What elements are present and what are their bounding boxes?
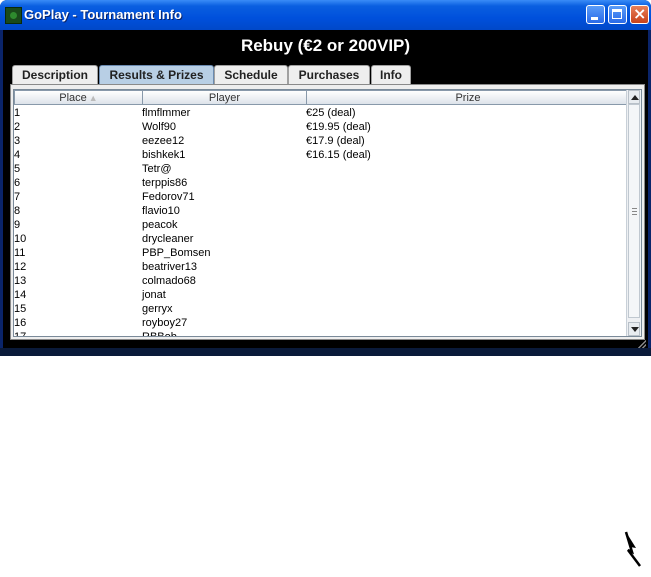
column-header-prize[interactable]: Prize [306, 90, 630, 105]
tournament-info-window: GoPlay - Tournament Info × Rebuy (€2 or … [0, 0, 651, 352]
player-cell: colmado68 [142, 275, 196, 287]
player-cell: RBBob [142, 331, 177, 337]
place-cell: 13 [14, 275, 27, 287]
table-row[interactable]: 10 drycleaner [14, 232, 629, 246]
results-table: Place ▲ Player Prize 1 flmflmmer €25 (deal)… [13, 89, 642, 337]
column-header-place[interactable]: Place ▲ [14, 90, 143, 105]
place-cell: 9 [14, 219, 21, 231]
place-cell: 10 [14, 233, 27, 245]
window-title: GoPlay - Tournament Info [24, 7, 182, 22]
scroll-down-arrow-icon[interactable] [628, 322, 640, 336]
table-header: Place ▲ Player Prize [14, 90, 630, 106]
prize-cell: €19.95 (deal) [306, 121, 371, 133]
minimize-icon [591, 17, 598, 20]
place-cell: 16 [14, 317, 27, 329]
table-row[interactable]: 11 PBP_Bomsen [14, 246, 629, 260]
player-cell: Wolf90 [142, 121, 177, 133]
place-cell: 11 [14, 247, 26, 259]
mouse-cursor-icon [624, 531, 641, 567]
table-row[interactable]: 3 eezee12 €17.9 (deal) [14, 134, 629, 148]
place-cell: 14 [14, 289, 27, 301]
player-cell: flmflmmer [142, 107, 191, 119]
player-cell: gerryx [142, 303, 173, 315]
table-row[interactable]: 14 jonat [14, 288, 629, 302]
table-row[interactable]: 5 Tetr@ [14, 162, 629, 176]
tab-results-prizes[interactable]: Results & Prizes [99, 65, 214, 84]
place-cell: 6 [14, 177, 21, 189]
tournament-heading: Rebuy (€2 or 200VIP) [240, 36, 411, 55]
place-cell: 8 [14, 205, 21, 217]
column-header-player[interactable]: Player [142, 90, 307, 105]
window-body: Rebuy (€2 or 200VIP) Description Results… [3, 30, 648, 352]
table-row[interactable]: 7 Fedorov71 [14, 190, 629, 204]
tab-purchases[interactable]: Purchases [288, 65, 370, 84]
scroll-up-arrow-icon[interactable] [628, 90, 640, 104]
close-icon: × [633, 4, 647, 23]
table-row[interactable]: 6 terppis86 [14, 176, 629, 190]
maximize-icon [612, 9, 622, 19]
place-cell: 12 [14, 261, 27, 273]
player-cell: bishkek1 [142, 149, 186, 161]
table-body: 1 flmflmmer €25 (deal) 2 Wolf90 €19.95 (deal)… [14, 106, 629, 337]
tab-info[interactable]: Info [371, 65, 411, 84]
place-cell: 2 [14, 121, 21, 133]
tab-description[interactable]: Description [12, 65, 98, 84]
tab-schedule[interactable]: Schedule [214, 65, 288, 84]
close-button[interactable]: × [630, 4, 649, 24]
table-row[interactable]: 12 beatriver13 [14, 260, 629, 274]
table-row[interactable]: 13 colmado68 [14, 274, 629, 288]
place-cell: 4 [14, 149, 21, 161]
sort-ascending-icon: ▲ [88, 93, 98, 103]
column-header-label: Place [59, 92, 87, 104]
player-cell: terppis86 [142, 177, 188, 189]
table-row[interactable]: 17 RBBob [14, 330, 629, 337]
player-cell: royboy27 [142, 317, 188, 329]
place-cell: 1 [14, 107, 21, 119]
table-row[interactable]: 2 Wolf90 €19.95 (deal) [14, 120, 629, 134]
place-cell: 3 [14, 135, 21, 147]
scrollbar-thumb[interactable] [628, 104, 640, 318]
vertical-scrollbar[interactable] [626, 90, 641, 336]
title-bar[interactable]: GoPlay - Tournament Info × [0, 0, 651, 30]
player-cell: Tetr@ [142, 163, 172, 175]
table-row[interactable]: 15 gerryx [14, 302, 629, 316]
grip-icon [632, 208, 637, 215]
player-cell: drycleaner [142, 233, 194, 245]
player-cell: Fedorov71 [142, 191, 195, 203]
minimize-button[interactable] [586, 5, 605, 24]
results-panel: Place ▲ Player Prize 1 flmflmmer €25 (deal)… [10, 84, 645, 340]
prize-cell: €17.9 (deal) [306, 135, 365, 147]
player-cell: PBP_Bomsen [142, 247, 211, 259]
goplay-app-icon [5, 7, 22, 24]
prize-cell: €16.15 (deal) [306, 149, 371, 161]
player-cell: peacok [142, 219, 178, 231]
place-cell: 17 [14, 331, 27, 337]
prize-cell: €25 (deal) [306, 107, 356, 119]
table-row[interactable]: 16 royboy27 [14, 316, 629, 330]
background-window-strip [0, 348, 651, 356]
table-row[interactable]: 8 flavio10 [14, 204, 629, 218]
player-cell: flavio10 [142, 205, 180, 217]
place-cell: 5 [14, 163, 21, 175]
table-row[interactable]: 1 flmflmmer €25 (deal) [14, 106, 629, 120]
player-cell: jonat [142, 289, 166, 301]
table-row[interactable]: 4 bishkek1 €16.15 (deal) [14, 148, 629, 162]
player-cell: eezee12 [142, 135, 185, 147]
place-cell: 15 [14, 303, 27, 315]
place-cell: 7 [14, 191, 21, 203]
player-cell: beatriver13 [142, 261, 198, 273]
table-row[interactable]: 9 peacok [14, 218, 629, 232]
maximize-button[interactable] [608, 5, 627, 24]
